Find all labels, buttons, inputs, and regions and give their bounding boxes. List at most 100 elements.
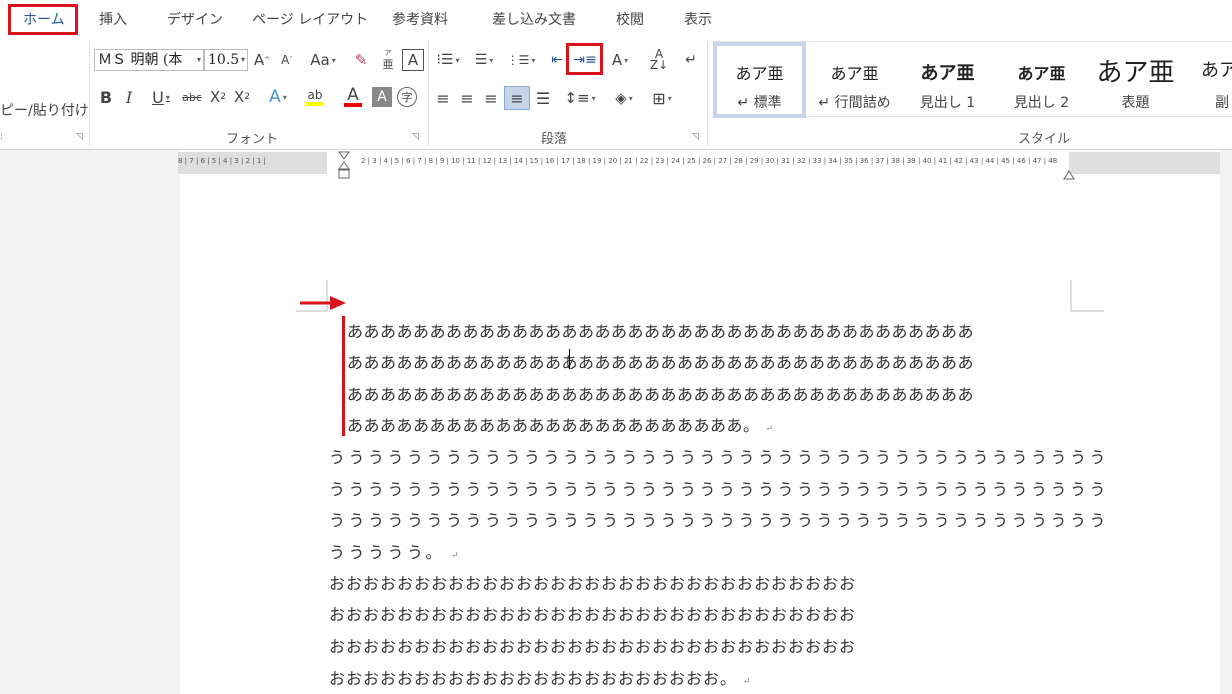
- ribbon-tabs: ホーム 挿入 デザイン ページ レイアウト 参考資料 差し込み文書 校閲 表示: [0, 0, 1232, 38]
- shrink-font-icon[interactable]: Aˇ: [278, 49, 296, 71]
- distributed-icon[interactable]: ☰: [532, 88, 554, 108]
- doc-line: うううううううううううううううううううううううううううううううううううううううう: [329, 511, 1110, 530]
- superscript-icon[interactable]: X2: [232, 86, 252, 108]
- font-dialog-launcher-icon[interactable]: ◹: [412, 132, 419, 142]
- style-subtitle[interactable]: あア 副: [1183, 42, 1232, 118]
- character-shading-icon[interactable]: A: [372, 87, 392, 107]
- style-name: 見出し 1: [919, 95, 976, 111]
- font-name-combo[interactable]: ＭＳ 明朝 (本 ▾: [94, 49, 204, 71]
- tab-view[interactable]: 表示: [684, 8, 712, 32]
- style-no-spacing[interactable]: あア亜 ↵ 行間詰め: [808, 42, 901, 118]
- doc-line: おおおおおおおおおおおおおおおおおおおおおおおおおおおおおおお: [329, 637, 857, 656]
- show-formatting-marks-icon[interactable]: ↵: [680, 49, 702, 71]
- strikethrough-icon[interactable]: abc: [180, 86, 204, 108]
- group-separator: [89, 42, 90, 146]
- font-color-button[interactable]: A: [336, 84, 370, 110]
- phonetic-guide-icon[interactable]: ア亜: [378, 47, 398, 71]
- chevron-down-icon: ▾: [196, 55, 201, 64]
- tab-page-layout[interactable]: ページ レイアウト: [252, 8, 368, 32]
- change-case-button[interactable]: Aa ▾: [305, 49, 341, 71]
- align-left-icon[interactable]: ≡: [432, 88, 454, 108]
- styles-gallery: あア亜 ↵ 標準 あア亜 ↵ 行間詰め あア亜 見出し 1 あア亜 見出し 2 …: [711, 41, 1232, 118]
- style-preview: あア亜: [830, 64, 879, 83]
- tab-insert[interactable]: 挿入: [99, 8, 127, 32]
- bullets-button[interactable]: ⁝☰ ▾: [432, 49, 464, 71]
- highlight-color-button[interactable]: ab: [298, 84, 332, 110]
- font-group-label: フォント: [226, 132, 279, 147]
- right-indent-marker[interactable]: [1063, 165, 1075, 180]
- style-name: 表題: [1121, 95, 1150, 111]
- chevron-down-icon: ▾: [240, 55, 245, 64]
- style-normal[interactable]: あア亜 ↵ 標準: [713, 42, 806, 118]
- style-heading-1[interactable]: あア亜 見出し 1: [901, 42, 994, 118]
- doc-line: おおおおおおおおおおおおおおおおおおおおおおおおおおおおおおお: [329, 574, 857, 593]
- clipboard-dialog-launcher-icon[interactable]: ◹: [76, 132, 83, 142]
- red-arrow-annotation: [300, 296, 346, 310]
- doc-line: ああああああああああああああああああああああああああああああああああああああ: [347, 385, 975, 404]
- hanging-indent-marker[interactable]: [338, 161, 350, 181]
- subscript-icon[interactable]: X2: [208, 86, 228, 108]
- italic-icon[interactable]: I: [122, 86, 136, 108]
- multilevel-list-button[interactable]: ⋮☰ ▾: [504, 49, 538, 71]
- text-cursor: [569, 349, 570, 369]
- style-preview: あア亜: [1096, 58, 1175, 88]
- paragraph-dialog-launcher-icon[interactable]: ◹: [692, 132, 699, 142]
- style-preview: あア亜: [735, 64, 784, 83]
- doc-line-end: ううううう。 ↵: [329, 539, 462, 563]
- doc-line-end: おおおおおおおおおおおおおおおおおおおおおおお。 ↵: [329, 665, 752, 689]
- doc-line: うううううううううううううううううううううううううううううううううううううううう: [329, 480, 1110, 499]
- doc-line: おおおおおおおおおおおおおおおおおおおおおおおおおおおおおおお: [329, 605, 857, 624]
- doc-line-end: ああああああああああああああああああああああああ。 ↵: [347, 412, 774, 436]
- ruler-right-numbers: 2 | 3 | 4 | 5 | 6 | 7 | 8 | 9 | 10 | 11 …: [361, 157, 1058, 165]
- shading-button[interactable]: ◈ ▾: [606, 88, 642, 108]
- numbering-button[interactable]: ☰ ▾: [468, 49, 500, 71]
- increase-indent-highlight-box: [566, 43, 603, 75]
- paragraph-mark-icon: ↵: [451, 551, 463, 561]
- decrease-indent-icon[interactable]: ⇤: [546, 49, 568, 71]
- tab-mailings[interactable]: 差し込み文書: [492, 8, 576, 32]
- ribbon: ピー/貼り付け : ◹ ＭＳ 明朝 (本 ▾ 10.5 ▾ A ^ Aˇ Aa ▾ ✎ …: [0, 38, 1232, 150]
- font-name-value: ＭＳ 明朝 (本: [98, 52, 183, 68]
- enclose-characters-icon[interactable]: 字: [397, 87, 417, 107]
- doc-line: うううううううううううううううううううううううううううううううううううううううう: [329, 448, 1110, 467]
- top-right-margin-guide: [1070, 280, 1104, 312]
- character-spacing-button[interactable]: A ▾: [604, 49, 636, 71]
- font-size-value: 10.5: [208, 52, 240, 68]
- right-margin-area: [1220, 150, 1232, 694]
- doc-line-text: ううううう。: [329, 543, 446, 562]
- line-spacing-button[interactable]: ↕≡ ▾: [562, 88, 598, 108]
- underline-button[interactable]: U ▾: [144, 86, 178, 108]
- doc-line: ああああああああああああああああああああああああああああああああああああああ: [347, 322, 975, 341]
- style-preview: あア亜: [1017, 64, 1066, 83]
- doc-line-text: おおおおおおおおおおおおおおおおおおおおおおお。: [329, 669, 738, 688]
- style-preview: あア: [1201, 60, 1232, 81]
- ruler-left-numbers: 8 | 7 | 6 | 5 | 4 | 3 | 2 | 1 |: [178, 157, 266, 165]
- align-right-icon[interactable]: ≡: [480, 88, 502, 108]
- style-heading-2[interactable]: あア亜 見出し 2: [995, 42, 1088, 118]
- paste-label[interactable]: ピー/貼り付け: [0, 100, 89, 120]
- style-preview: あア亜: [920, 63, 975, 84]
- character-border-icon[interactable]: A: [402, 49, 424, 71]
- align-center-icon[interactable]: ≡: [456, 88, 478, 108]
- paragraph-group-label: 段落: [541, 132, 568, 147]
- style-title[interactable]: あア亜 表題: [1089, 42, 1182, 118]
- bold-icon[interactable]: B: [98, 86, 114, 108]
- grow-font-icon[interactable]: A ^: [253, 49, 271, 71]
- doc-line: ああああああああああああああああああああああああああああああああああああああ: [347, 353, 975, 372]
- text-effects-button[interactable]: A ▾: [262, 86, 294, 108]
- borders-button[interactable]: ⊞ ▾: [644, 88, 680, 108]
- indent-bar-annotation: [342, 316, 345, 436]
- tab-review[interactable]: 校閲: [616, 8, 644, 32]
- styles-group-label: スタイル: [1018, 132, 1071, 147]
- tab-references[interactable]: 参考資料: [392, 8, 448, 32]
- doc-line-text: ああああああああああああああああああああああああ。: [347, 416, 760, 435]
- font-size-combo[interactable]: 10.5 ▾: [204, 49, 248, 71]
- clear-formatting-icon[interactable]: ✎: [350, 49, 372, 71]
- sort-icon[interactable]: A Z↓: [648, 48, 670, 71]
- justify-icon[interactable]: ≡: [504, 86, 530, 110]
- tab-design[interactable]: デザイン: [167, 8, 223, 32]
- style-name: 見出し 2: [1013, 95, 1070, 111]
- clipboard-launcher-icon[interactable]: :: [0, 132, 3, 142]
- paragraph-mark-icon: ↵: [765, 424, 774, 434]
- home-tab-highlight-box: [8, 4, 78, 35]
